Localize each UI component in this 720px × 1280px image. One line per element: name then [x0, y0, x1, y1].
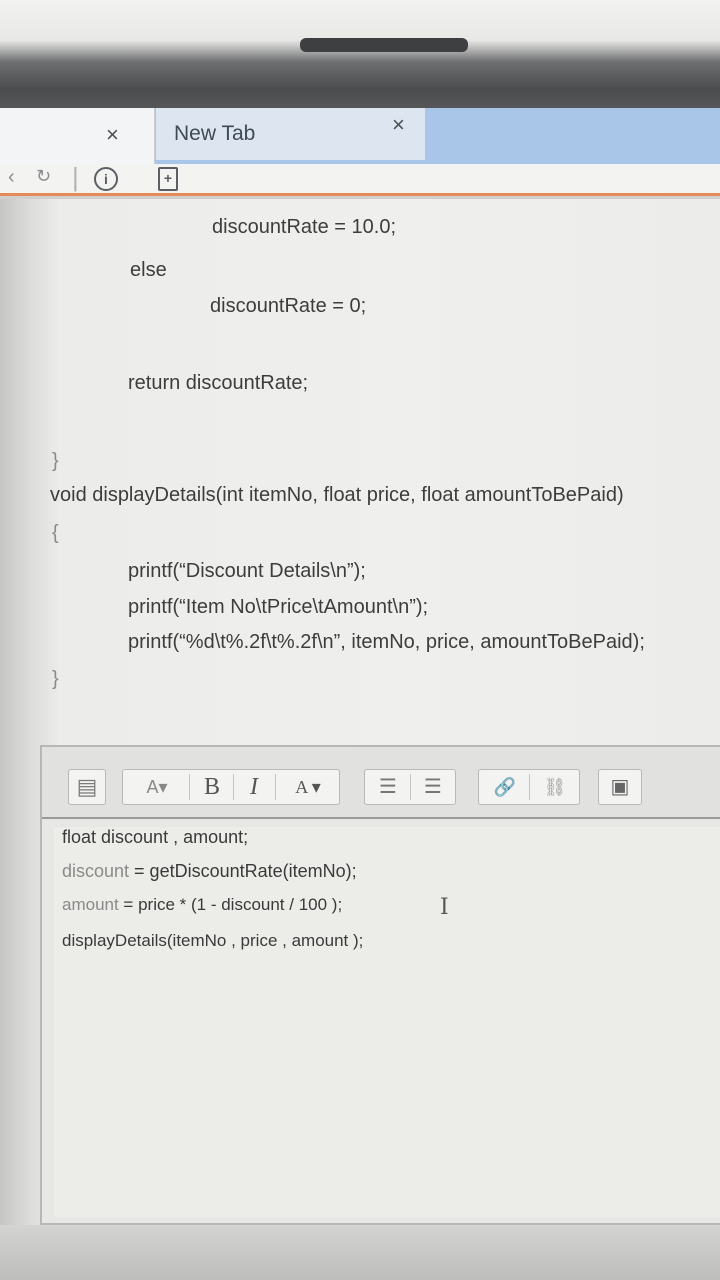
- toolbar-separator: [410, 774, 411, 800]
- image-icon[interactable]: ▣: [599, 770, 641, 804]
- rich-text-editor: ▤ A▾ B I A ▾ ☰ ☰ 🔗 ⛓ ▣ float discount , …: [40, 745, 720, 1225]
- monitor-bottom-edge: [0, 1225, 720, 1280]
- bookmark-page-icon[interactable]: +: [158, 167, 178, 191]
- code-line: discountRate = 10.0;: [212, 216, 397, 238]
- bold-button[interactable]: B: [193, 770, 231, 804]
- reload-icon[interactable]: ↻: [36, 167, 51, 185]
- toolbar-separator: [529, 774, 530, 800]
- editor-line: discount = getDiscountRate(itemNo);: [62, 861, 357, 881]
- tab-title: New Tab: [174, 122, 256, 145]
- close-icon[interactable]: ×: [106, 124, 119, 146]
- editor-textarea[interactable]: float discount , amount; discount = getD…: [54, 827, 720, 1217]
- code-line: printf(“Discount Details\n”);: [128, 560, 366, 582]
- bullet-list-icon[interactable]: ☰: [367, 770, 409, 804]
- code-line: }: [52, 450, 59, 472]
- close-icon[interactable]: ×: [392, 114, 405, 136]
- link-group: 🔗 ⛓: [478, 769, 580, 805]
- toolbar-separator: [189, 774, 190, 800]
- browser-tab-bar: × New Tab ×: [0, 108, 720, 164]
- format-group: ▤: [68, 769, 106, 805]
- format-icon[interactable]: ▤: [69, 770, 105, 804]
- monitor-camera-bar: [300, 38, 468, 52]
- code-line: {: [52, 522, 59, 544]
- toolbar-separator: [233, 774, 234, 800]
- list-group: ☰ ☰: [364, 769, 456, 805]
- monitor-bezel: [0, 0, 720, 118]
- italic-button[interactable]: I: [235, 770, 273, 804]
- back-icon[interactable]: ‹: [8, 167, 15, 187]
- code-line: else: [130, 259, 167, 281]
- editor-line: amount = price * (1 - discount / 100 );: [62, 895, 343, 914]
- code-line: }: [52, 668, 59, 690]
- image-group: ▣: [598, 769, 642, 805]
- tab-new-tab[interactable]: New Tab ×: [156, 108, 426, 160]
- code-line: return discountRate;: [128, 372, 309, 394]
- code-line: void displayDetails(int itemNo, float pr…: [50, 484, 624, 506]
- numbered-list-icon[interactable]: ☰: [412, 770, 454, 804]
- toolbar-separator: [275, 774, 276, 800]
- toolbar-divider: |: [72, 162, 79, 192]
- editor-line: displayDetails(itemNo , price , amount )…: [62, 931, 364, 950]
- code-line: discountRate = 0;: [210, 295, 367, 317]
- info-icon[interactable]: i: [94, 167, 118, 191]
- browser-toolbar: ‹ ↻ | i +: [0, 164, 720, 196]
- unlink-icon[interactable]: ⛓: [533, 770, 577, 804]
- editor-line: float discount , amount;: [62, 827, 249, 847]
- text-format-group: A▾ B I A ▾: [122, 769, 340, 805]
- code-line: printf(“Item No\tPrice\tAmount\n”);: [128, 596, 429, 618]
- editor-toolbar: ▤ A▾ B I A ▾ ☰ ☰ 🔗 ⛓ ▣: [42, 747, 720, 819]
- tab-previous[interactable]: ×: [0, 108, 155, 164]
- link-icon[interactable]: 🔗: [483, 770, 527, 804]
- font-size-dropdown[interactable]: A▾: [127, 770, 187, 804]
- font-color-dropdown[interactable]: A ▾: [279, 770, 337, 804]
- code-line: printf(“%d\t%.2f\t%.2f\n”, itemNo, price…: [128, 631, 645, 653]
- text-cursor-icon: I: [440, 895, 449, 920]
